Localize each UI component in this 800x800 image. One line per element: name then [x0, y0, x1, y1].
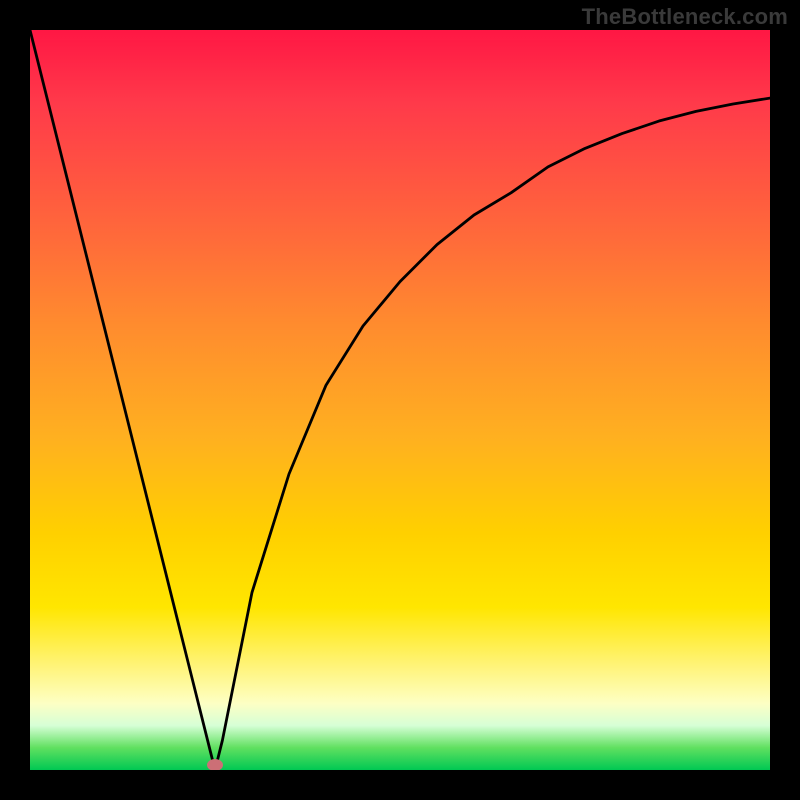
bottleneck-curve: [30, 30, 770, 770]
minimum-marker: [207, 759, 223, 770]
chart-frame: TheBottleneck.com: [0, 0, 800, 800]
plot-area: [30, 30, 770, 770]
watermark-text: TheBottleneck.com: [582, 4, 788, 30]
curve-polyline: [30, 30, 770, 770]
